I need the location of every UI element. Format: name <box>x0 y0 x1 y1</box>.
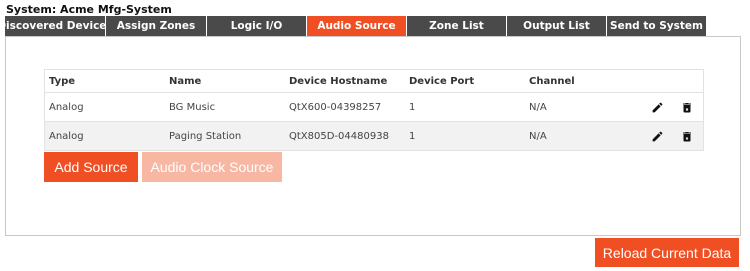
tab-zone-list[interactable]: Zone List <box>407 16 507 36</box>
tab-audio-source[interactable]: Audio Source <box>307 16 407 36</box>
cell-hostname: QtX805D-04480938 <box>289 130 389 142</box>
column-header-channel: Channel <box>529 75 575 87</box>
cell-channel: N/A <box>529 130 547 142</box>
audio-source-table: Type Name Device Hostname Device Port Ch… <box>44 69 704 151</box>
tab-bar: Discovered Devices Assign Zones Logic I/… <box>0 16 707 36</box>
tab-logic-io[interactable]: Logic I/O <box>207 16 307 36</box>
add-source-button[interactable]: Add Source <box>44 152 138 182</box>
reload-current-data-button[interactable]: Reload Current Data <box>595 238 739 267</box>
audio-source-panel: Type Name Device Hostname Device Port Ch… <box>5 36 741 236</box>
column-header-port: Device Port <box>409 75 475 87</box>
cell-port: 1 <box>409 101 416 113</box>
trash-icon[interactable] <box>679 93 695 121</box>
table-header-row: Type Name Device Hostname Device Port Ch… <box>45 70 703 92</box>
pencil-icon[interactable] <box>649 122 665 150</box>
table-row: Analog Paging Station QtX805D-04480938 1… <box>45 121 703 150</box>
table-row: Analog BG Music QtX600-04398257 1 N/A <box>45 92 703 121</box>
audio-clock-source-button[interactable]: Audio Clock Source <box>142 152 282 182</box>
tab-output-list[interactable]: Output List <box>507 16 607 36</box>
cell-hostname: QtX600-04398257 <box>289 101 382 113</box>
tab-discovered-devices[interactable]: Discovered Devices <box>0 16 113 36</box>
cell-channel: N/A <box>529 101 547 113</box>
cell-port: 1 <box>409 130 416 142</box>
cell-type: Analog <box>49 130 84 142</box>
column-header-hostname: Device Hostname <box>289 75 388 87</box>
cell-name: BG Music <box>169 101 216 113</box>
cell-name: Paging Station <box>169 130 242 142</box>
pencil-icon[interactable] <box>649 93 665 121</box>
tab-send-to-system[interactable]: Send to System <box>607 16 707 36</box>
column-header-name: Name <box>169 75 202 87</box>
system-title: System: Acme Mfg-System <box>6 3 172 16</box>
column-header-type: Type <box>49 75 76 87</box>
tab-assign-zones[interactable]: Assign Zones <box>106 16 207 36</box>
cell-type: Analog <box>49 101 84 113</box>
trash-icon[interactable] <box>679 122 695 150</box>
